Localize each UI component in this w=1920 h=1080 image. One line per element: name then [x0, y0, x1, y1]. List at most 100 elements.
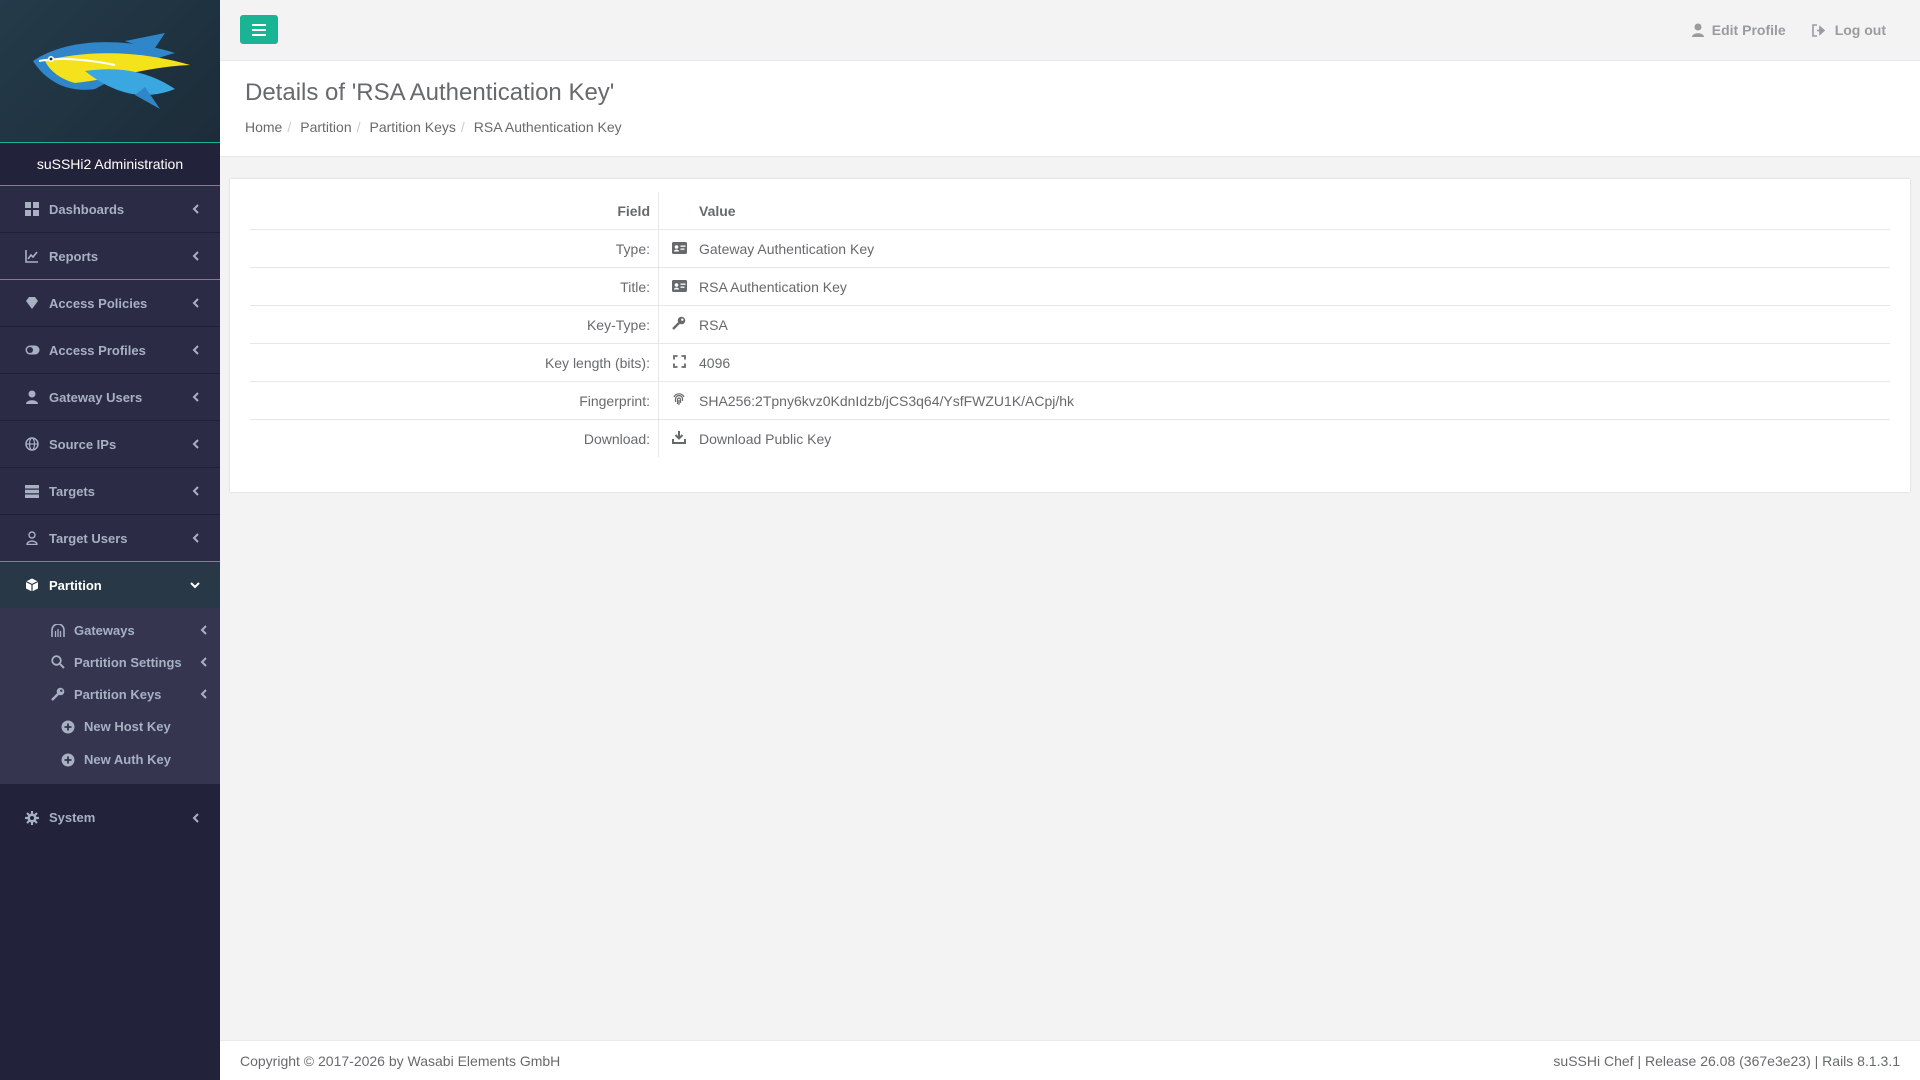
chevron-left-icon [190, 533, 200, 543]
table-row: Type: Gateway Authentication Key [250, 229, 1890, 268]
breadcrumb-home[interactable]: Home [245, 119, 282, 135]
id-card-icon-cell [658, 229, 699, 268]
user-icon [1691, 23, 1704, 37]
sidebar-lower [0, 784, 220, 794]
sidebar-item-target-users[interactable]: Target Users [0, 514, 220, 561]
partition-submenu: Gateways Partition Settings Partition Ke… [0, 608, 220, 784]
sidebar-item-system[interactable]: System [0, 794, 220, 841]
breadcrumb-separator: / [287, 119, 292, 135]
sidebar-item-label: New Host Key [84, 719, 171, 734]
sidebar-item-gateways[interactable]: Gateways [0, 614, 220, 646]
sidebar-item-label: Gateways [74, 622, 135, 638]
chevron-left-icon [190, 251, 200, 261]
search-icon [50, 654, 66, 670]
fingerprint-icon-cell [658, 381, 699, 420]
chevron-left-icon [198, 657, 208, 667]
chevron-left-icon [190, 486, 200, 496]
details-panel: Field Value Type: Gateway Authentication… [230, 179, 1910, 492]
sidebar-item-partition-settings[interactable]: Partition Settings [0, 646, 220, 678]
sidebar-item-label: Reports [49, 248, 99, 264]
chevron-left-icon [190, 439, 200, 449]
toggle-icon [24, 342, 40, 358]
table-row: Key-Type: RSA [250, 305, 1890, 344]
sign-out-icon [1811, 23, 1827, 37]
sidebar-item-new-auth-key[interactable]: New Auth Key [0, 743, 220, 776]
top-links: Edit Profile Log out [1666, 0, 1886, 60]
key-icon-cell [658, 305, 699, 344]
page-title: Details of 'RSA Authentication Key' [245, 79, 615, 106]
field-label: Type: [250, 229, 659, 268]
sidebar-item-label: Access Profiles [49, 342, 146, 358]
expand-icon-cell [658, 343, 699, 382]
breadcrumb: Home / Partition / Partition Keys / RSA … [245, 119, 622, 135]
download-icon-cell [658, 419, 699, 457]
chevron-down-icon [190, 580, 200, 590]
plus-circle-icon [60, 719, 76, 735]
sidebar-item-source-ips[interactable]: Source IPs [0, 420, 220, 467]
footer-copyright: Copyright © 2017-2026 by Wasabi Elements… [240, 1052, 561, 1069]
sidebar-item-access-profiles[interactable]: Access Profiles [0, 326, 220, 373]
menu-toggle-button[interactable] [240, 15, 278, 44]
breadcrumb-separator: / [460, 119, 465, 135]
id-card-icon-cell [658, 267, 699, 306]
field-label: Title: [250, 267, 659, 306]
diamond-icon [24, 295, 40, 311]
logout-link[interactable]: Log out [1811, 22, 1886, 38]
breadcrumb-separator: / [356, 119, 361, 135]
fish-logo-icon [33, 33, 190, 109]
sidebar-item-new-host-key[interactable]: New Host Key [0, 710, 220, 743]
page-heading: Details of 'RSA Authentication Key' Home… [220, 61, 1920, 157]
field-value: Gateway Authentication Key [699, 229, 1890, 268]
key-icon [672, 316, 686, 330]
sidebar-item-access-policies[interactable]: Access Policies [0, 279, 220, 326]
table-row: Key length (bits): 4096 [250, 343, 1890, 382]
sidebar-item-gateway-users[interactable]: Gateway Users [0, 373, 220, 420]
gear-icon [24, 810, 40, 826]
chevron-left-icon [190, 392, 200, 402]
table-row: Title: RSA Authentication Key [250, 267, 1890, 306]
logo[interactable] [0, 0, 220, 143]
sidebar-item-targets[interactable]: Targets [0, 467, 220, 514]
sidebar-item-label: Targets [49, 483, 95, 499]
sidebar-item-label: Access Policies [49, 295, 148, 311]
sidebar-item-partition-keys[interactable]: Partition Keys [0, 678, 220, 710]
logout-label: Log out [1834, 22, 1886, 38]
sidebar-item-label: Dashboards [49, 201, 125, 217]
sidebar: suSSHi2 Administration Dashboards Report… [0, 0, 220, 1080]
field-value: RSA [699, 305, 1890, 344]
user-icon [24, 389, 40, 405]
download-public-key-link[interactable]: Download Public Key [699, 431, 831, 447]
sidebar-item-dashboards[interactable]: Dashboards [0, 185, 220, 232]
edit-profile-link[interactable]: Edit Profile [1691, 22, 1786, 38]
sidebar-item-label: Partition [49, 577, 102, 593]
field-value: 4096 [699, 343, 1890, 382]
chevron-left-icon [198, 625, 208, 635]
breadcrumb-partition[interactable]: Partition [300, 119, 351, 135]
sidebar-item-label: Partition Keys [74, 686, 162, 702]
sidebar-item-partition[interactable]: Partition [0, 561, 220, 608]
table-header-row: Field Value [250, 192, 1890, 230]
details-table: Field Value Type: Gateway Authentication… [250, 192, 1890, 457]
plus-circle-icon [60, 752, 76, 768]
table-row: Fingerprint: SHA256:2Tpny6kvz0KdnIdzb/jC… [250, 381, 1890, 420]
sidebar-item-label: Target Users [49, 530, 128, 546]
id-card-icon [671, 279, 687, 292]
column-header-value: Value [699, 192, 1890, 230]
chevron-left-icon [190, 812, 200, 823]
sidebar-item-label: System [49, 810, 96, 825]
chevron-left-icon [190, 345, 200, 355]
cube-icon [24, 577, 40, 593]
table-row: Download: Download Public Key [250, 419, 1890, 458]
top-navbar: Edit Profile Log out [220, 0, 1920, 61]
user-outline-icon [24, 530, 40, 546]
chevron-left-icon [190, 298, 200, 308]
edit-profile-label: Edit Profile [1711, 22, 1786, 38]
sidebar-item-label: Partition Settings [74, 654, 182, 670]
key-icon [50, 686, 66, 702]
column-header-icon [658, 192, 699, 230]
sidebar-item-reports[interactable]: Reports [0, 232, 220, 279]
hamburger-icon [252, 23, 266, 36]
breadcrumb-partition-keys[interactable]: Partition Keys [370, 119, 456, 135]
field-value: RSA Authentication Key [699, 267, 1890, 306]
field-value-cell: Download Public Key [699, 420, 1890, 458]
